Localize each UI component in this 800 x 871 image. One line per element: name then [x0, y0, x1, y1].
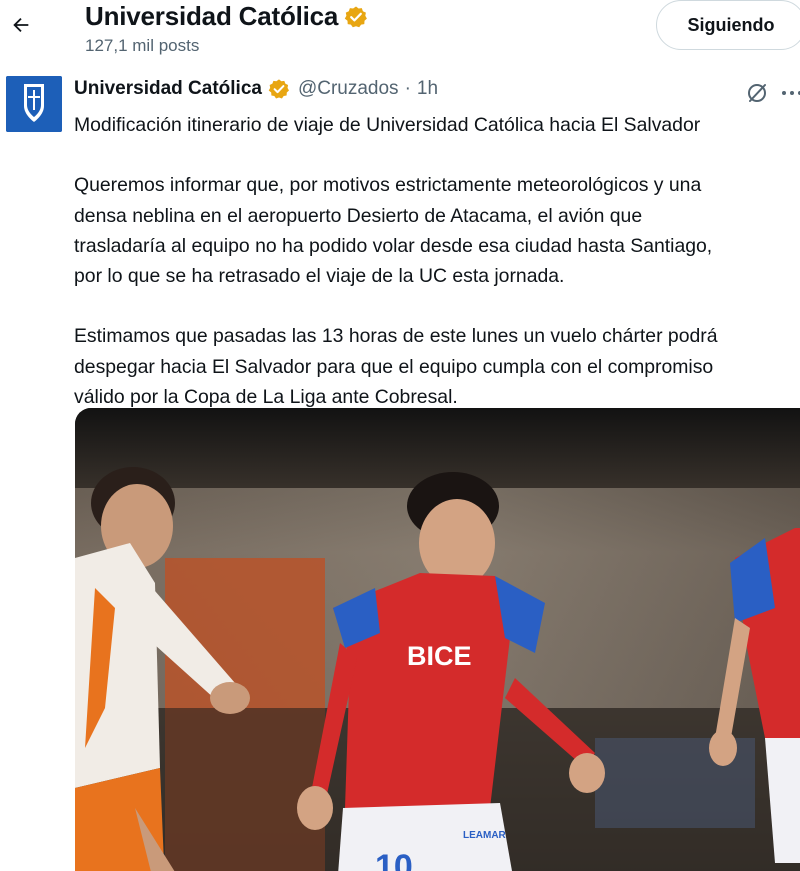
verified-badge-icon [345, 6, 368, 27]
arrow-left-icon [13, 17, 29, 33]
more-icon [782, 91, 800, 95]
tweet-time[interactable]: 1h [417, 78, 438, 100]
tweet-line: Modificación itinerario de viaje de Univ… [74, 114, 701, 136]
tweet-photo[interactable]: 10 BICE LEAMAR [75, 408, 800, 871]
header-title-row: Universidad Católica [85, 1, 368, 32]
back-button[interactable] [4, 8, 38, 42]
more-button[interactable] [780, 82, 800, 104]
post-count: 127,1 mil posts [85, 36, 200, 55]
header-title: Universidad Católica [85, 1, 339, 31]
tweet-text: Modificación itinerario de viaje de Univ… [74, 110, 798, 412]
verified-badge-icon [268, 79, 289, 99]
author-name[interactable]: Universidad Católica [74, 78, 262, 100]
grok-button[interactable] [744, 80, 770, 106]
club-crest-icon [6, 76, 62, 132]
jersey-sponsor: BICE [407, 641, 472, 671]
tweet-author-row: Universidad Católica @Cruzados · 1h [74, 78, 438, 100]
tweet-line: Queremos informar que, por motivos estri… [74, 174, 702, 197]
shorts-sponsor: LEAMAR [463, 830, 507, 841]
tweet-line: despegar hacia El Salvador para que el e… [74, 355, 714, 378]
grok-icon [748, 84, 766, 102]
tweet-line: trasladaría al equipo no ha podido volar… [74, 234, 713, 257]
meta-separator: · [404, 78, 411, 99]
tweet-line: Estimamos que pasadas las 13 horas de es… [74, 325, 718, 348]
football-photo: 10 BICE LEAMAR [75, 408, 800, 871]
profile-header: Universidad Católica 127,1 mil posts Sig… [0, 0, 800, 62]
avatar[interactable] [6, 76, 62, 132]
tweet-line: por lo que se ha retrasado el viaje de l… [74, 265, 565, 287]
jersey-number: 10 [375, 848, 413, 871]
tweet-line: densa neblina en el aeropuerto Desierto … [74, 204, 643, 227]
author-handle[interactable]: @Cruzados [298, 78, 399, 100]
following-button[interactable]: Siguiendo [656, 0, 800, 50]
